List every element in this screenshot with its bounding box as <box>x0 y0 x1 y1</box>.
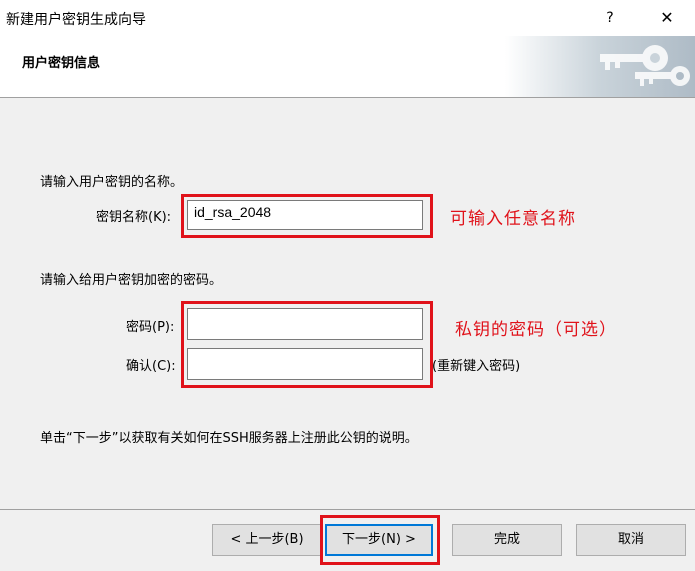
next-button[interactable]: 下一步(N) > <box>325 524 433 556</box>
window-title: 新建用户密钥生成向导 <box>6 12 146 28</box>
confirm-input[interactable] <box>187 348 423 380</box>
close-button[interactable]: ✕ <box>653 6 681 30</box>
cancel-button[interactable]: 取消 <box>576 524 686 556</box>
name-annotation: 可输入任意名称 <box>450 209 576 229</box>
keys-banner-icon <box>505 36 695 97</box>
password-label: 密码(P): <box>126 320 175 335</box>
key-name-input[interactable]: id_rsa_2048 <box>187 200 423 230</box>
next-step-info: 单击“下一步”以获取有关如何在SSH服务器上注册此公钥的说明。 <box>40 431 418 446</box>
confirm-label: 确认(C): <box>126 359 176 374</box>
page-title: 用户密钥信息 <box>22 56 101 71</box>
password-prompt: 请输入给用户密钥加密的密码。 <box>40 273 223 288</box>
confirm-hint: (重新键入密码) <box>432 359 521 374</box>
password-annotation: 私钥的密码（可选） <box>455 320 617 340</box>
title-bar: 新建用户密钥生成向导 ? ✕ <box>0 0 695 36</box>
key-name-label: 密钥名称(K): <box>96 210 172 225</box>
finish-button[interactable]: 完成 <box>452 524 562 556</box>
wizard-header: 用户密钥信息 <box>0 36 695 98</box>
back-button[interactable]: < 上一步(B) <box>212 524 322 556</box>
wizard-footer: < 上一步(B) 下一步(N) > 完成 取消 <box>0 510 695 571</box>
password-input[interactable] <box>187 308 423 340</box>
name-prompt: 请输入用户密钥的名称。 <box>40 175 184 190</box>
wizard-body: 请输入用户密钥的名称。 密钥名称(K): id_rsa_2048 请输入给用户密… <box>0 98 695 510</box>
help-button[interactable]: ? <box>596 6 624 30</box>
